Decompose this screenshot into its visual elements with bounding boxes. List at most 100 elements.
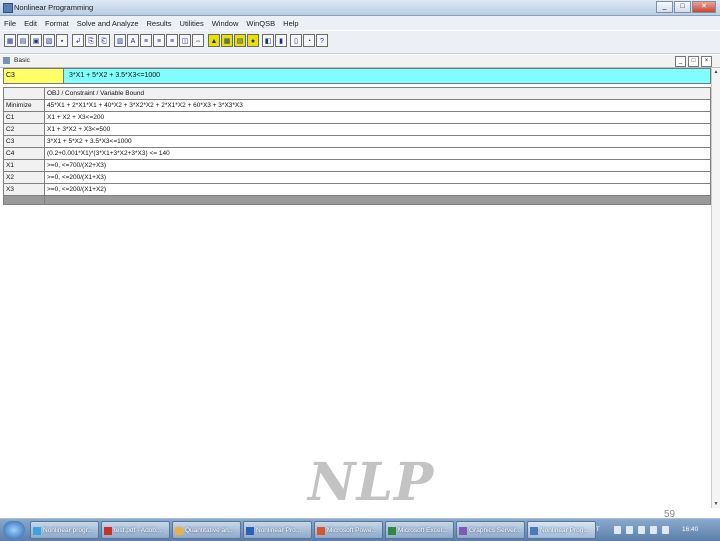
folder-icon <box>175 527 183 535</box>
menu-format[interactable]: Format <box>45 19 69 28</box>
table-cell[interactable]: X1 + X2 + X3<=200 <box>44 111 711 124</box>
table-row: C3 3*X1 + 5*X2 + 3.5*X3<=1000 <box>3 135 711 148</box>
table-row: C4 (0.2+0.001*X1)*(3*X1+3*X2+3*X3) <= 14… <box>3 147 711 160</box>
menu-edit[interactable]: Edit <box>24 19 37 28</box>
ie-icon <box>33 527 41 535</box>
menu-solve-analyze[interactable]: Solve and Analyze <box>77 19 139 28</box>
paste-icon[interactable]: ⎗ <box>98 34 110 47</box>
cell-edit-bar: C3 3*X1 + 5*X2 + 3.5*X3<=1000 <box>3 68 711 84</box>
excel-icon <box>388 527 396 535</box>
doc-minimize-button[interactable]: _ <box>675 56 686 67</box>
start-button[interactable] <box>3 521 25 539</box>
graph-icon[interactable]: ● <box>247 34 259 47</box>
taskbar-item-label: Quantitative an... <box>185 527 235 534</box>
taskbar-item-label: Nonlinear Pro... <box>256 527 302 534</box>
row-label: C2 <box>3 123 45 136</box>
end-cell <box>3 195 45 205</box>
help-icon[interactable]: ? <box>316 34 328 47</box>
minimize-button[interactable]: _ <box>656 1 673 13</box>
table-row: X2 >=0, <=200/(X1+X3) <box>3 171 711 184</box>
font-icon[interactable]: A <box>127 34 139 47</box>
table-row: C1 X1 + X2 + X3<=200 <box>3 111 711 124</box>
table-cell[interactable]: X1 + 3*X2 + X3<=500 <box>44 123 711 136</box>
taskbar-item[interactable]: Quantitative an... <box>172 521 241 539</box>
toolbar: ▦ ▤ ▣ ▧ ▪ ↲ ⎘ ⎗ ▥ A ≡ ≡ ≡ ◫ ⇔ ▲ ▦ ▤ ● ◧ ▮ ▯ ◔? <box>0 31 720 54</box>
table-cell[interactable]: 3*X1 + 5*X2 + 3.5*X3<=1000 <box>44 135 711 148</box>
new-icon[interactable]: ▦ <box>4 34 16 47</box>
corner-cell <box>3 87 45 100</box>
scroll-down-icon[interactable]: ▼ <box>712 500 720 508</box>
clock-icon[interactable]: ◔ <box>303 34 315 47</box>
pdf-icon <box>104 527 112 535</box>
menu-winqsb[interactable]: WinQSB <box>246 19 275 28</box>
taskbar-item[interactable]: Microsoft Excel... <box>385 521 454 539</box>
clock[interactable]: 16:40 <box>682 521 698 539</box>
menu-results[interactable]: Results <box>147 19 172 28</box>
speaker-icon[interactable] <box>650 526 657 534</box>
document-icon <box>3 57 10 64</box>
doc-maximize-button[interactable]: □ <box>688 56 699 67</box>
bar-chart-icon[interactable]: ▮ <box>275 34 287 47</box>
taskbar-item[interactable]: Microsoft Powe... <box>314 521 383 539</box>
taskbar-item[interactable]: test.pdf - Adob... <box>101 521 170 539</box>
print-setup-icon[interactable]: ▪ <box>56 34 68 47</box>
print-icon[interactable]: ▧ <box>43 34 55 47</box>
taskbar-item[interactable]: Nonlinear Pro... <box>243 521 312 539</box>
table-cell[interactable]: (0.2+0.001*X1)*(3*X1+3*X2+3*X3) <= 140 <box>44 147 711 160</box>
chart-icon[interactable]: ◧ <box>262 34 274 47</box>
align-right-icon[interactable]: ≡ <box>166 34 178 47</box>
analysis-icon[interactable]: ▤ <box>234 34 246 47</box>
table-header-row: OBJ / Constraint / Variable Bound <box>3 87 711 100</box>
menu-bar: File Edit Format Solve and Analyze Resul… <box>0 16 720 30</box>
volume-icon[interactable] <box>638 526 645 534</box>
document-title-bar: Basic _ □ × <box>0 55 720 68</box>
taskbar-item[interactable]: Nonlinear progr... <box>30 521 99 539</box>
open-icon[interactable]: ▤ <box>17 34 29 47</box>
taskbar-item[interactable]: Nonlinear Prog... <box>527 521 596 539</box>
copy-icon[interactable]: ⎘ <box>85 34 97 47</box>
doc-close-button[interactable]: × <box>701 56 712 67</box>
menu-utilities[interactable]: Utilities <box>180 19 204 28</box>
taskbar-item-label: Microsoft Excel... <box>398 527 448 534</box>
grid-solve-icon[interactable]: ▦ <box>221 34 233 47</box>
table-cell[interactable]: 45*X1 + 2*X1*X1 + 40*X2 + 3*X2*X2 + 2*X1… <box>44 99 711 112</box>
align-left-icon[interactable]: ≡ <box>140 34 152 47</box>
row-label: C3 <box>3 135 45 148</box>
maximize-button[interactable]: □ <box>674 1 691 13</box>
cut-icon[interactable]: ↲ <box>72 34 84 47</box>
model-table: OBJ / Constraint / Variable Bound Minimi… <box>3 87 711 205</box>
vertical-scrollbar[interactable]: ▲ ▼ <box>711 68 720 508</box>
row-label: X1 <box>3 159 45 172</box>
table-row: X1 >=0, <=700/(X2+X3) <box>3 159 711 172</box>
table-cell[interactable]: >=0, <=200/(X1+X2) <box>44 183 711 196</box>
format-number-icon[interactable]: ▥ <box>114 34 126 47</box>
menu-window[interactable]: Window <box>212 19 239 28</box>
taskbar-item-label: Microsoft Powe... <box>327 527 377 534</box>
scroll-up-icon[interactable]: ▲ <box>712 68 720 76</box>
table-cell[interactable]: >=0, <=700/(X2+X3) <box>44 159 711 172</box>
row-height-icon[interactable]: ◫ <box>179 34 191 47</box>
nlp-watermark: NLP <box>308 452 435 513</box>
row-label: C4 <box>3 147 45 160</box>
menu-help[interactable]: Help <box>283 19 298 28</box>
shield-icon[interactable] <box>626 526 633 534</box>
column-width-icon[interactable]: ⇔ <box>192 34 204 47</box>
document-title: Basic <box>14 57 30 64</box>
end-cell <box>44 195 711 205</box>
taskbar-item-label: Graphics Server... <box>469 527 522 534</box>
power-icon[interactable] <box>662 526 669 534</box>
table-row: Minimize 45*X1 + 2*X1*X1 + 40*X2 + 3*X2*… <box>3 99 711 112</box>
taskbar: IT 16:40 Nonlinear progr... test.pdf - Ad… <box>0 518 720 541</box>
table-cell[interactable]: >=0, <=200/(X1+X3) <box>44 171 711 184</box>
taskbar-item-label: Nonlinear Prog... <box>540 527 589 534</box>
window-icon[interactable]: ▯ <box>290 34 302 47</box>
menu-file[interactable]: File <box>4 19 16 28</box>
close-button[interactable]: ✕ <box>692 1 716 13</box>
solve-icon[interactable]: ▲ <box>208 34 220 47</box>
cell-value-input[interactable]: 3*X1 + 5*X2 + 3.5*X3<=1000 <box>69 69 160 83</box>
align-center-icon[interactable]: ≡ <box>153 34 165 47</box>
table-row: X3 >=0, <=200/(X1+X2) <box>3 183 711 196</box>
taskbar-item[interactable]: Graphics Server... <box>456 521 525 539</box>
save-icon[interactable]: ▣ <box>30 34 42 47</box>
network-icon[interactable] <box>614 526 621 534</box>
